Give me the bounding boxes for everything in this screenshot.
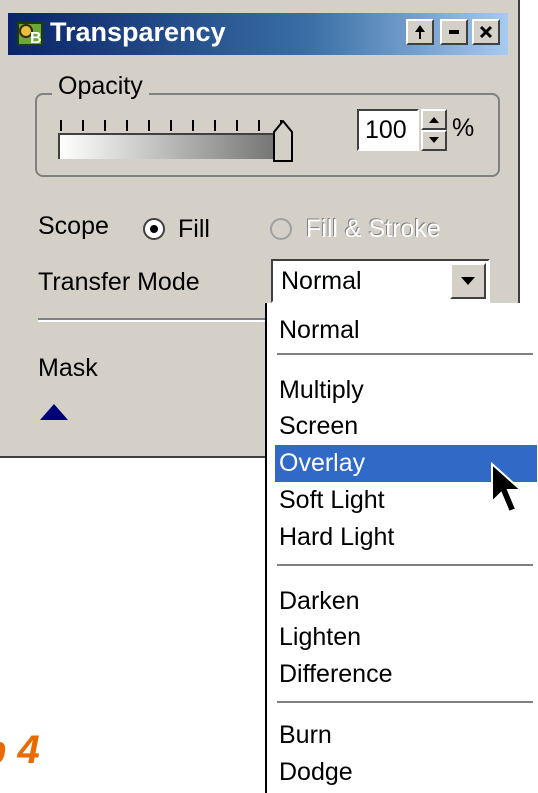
spin-up-button[interactable] — [421, 109, 447, 130]
menu-item-darken[interactable]: Darken — [275, 583, 537, 620]
menu-separator — [277, 701, 533, 705]
slider-tick — [104, 120, 106, 131]
arrow-down-icon — [429, 137, 439, 143]
transfer-mode-dropdown-button[interactable] — [450, 263, 486, 299]
pin-button[interactable] — [406, 19, 434, 45]
menu-item-screen[interactable]: Screen — [275, 408, 537, 445]
scope-fill-label[interactable]: Fill — [178, 215, 210, 244]
chevron-down-icon — [461, 277, 475, 285]
slider-tick — [126, 120, 128, 131]
menu-item-hard-light[interactable]: Hard Light — [275, 519, 537, 556]
opacity-slider-thumb[interactable] — [273, 120, 293, 162]
menu-item-difference[interactable]: Difference — [275, 656, 537, 693]
scope-fill-radio[interactable] — [143, 218, 165, 240]
slider-tick — [82, 120, 84, 131]
window-title: Transparency — [50, 17, 226, 47]
step-label: p 4 — [0, 728, 40, 772]
slider-tick — [236, 120, 238, 131]
slider-tick — [258, 120, 260, 131]
minimize-button[interactable] — [440, 19, 468, 45]
mask-expand-icon[interactable] — [40, 404, 68, 420]
arrow-up-icon — [429, 117, 439, 123]
close-icon — [479, 25, 493, 39]
menu-item-lighten[interactable]: Lighten — [275, 619, 537, 656]
mouse-cursor-icon — [491, 462, 524, 514]
opacity-label: Opacity — [52, 72, 149, 101]
slider-tick — [214, 120, 216, 131]
spin-down-button[interactable] — [421, 130, 447, 151]
slider-tick — [60, 120, 62, 131]
app-icon: B — [17, 22, 43, 47]
minimize-icon — [449, 30, 459, 34]
slider-tick — [170, 120, 172, 131]
transfer-mode-label: Transfer Mode — [38, 268, 200, 296]
slider-tick — [192, 120, 194, 131]
opacity-slider[interactable] — [58, 133, 283, 159]
slider-tick — [148, 120, 150, 131]
opacity-value-input[interactable]: 100 — [357, 109, 419, 151]
opacity-unit: % — [452, 114, 475, 142]
menu-item-multiply[interactable]: Multiply — [275, 372, 537, 409]
svg-text:B: B — [30, 30, 42, 47]
pin-icon — [415, 25, 425, 39]
transfer-mode-select[interactable]: Normal — [271, 259, 490, 303]
mask-label: Mask — [38, 354, 98, 382]
transfer-mode-value: Normal — [281, 267, 362, 295]
menu-item-normal[interactable]: Normal — [275, 312, 537, 349]
menu-separator — [277, 564, 533, 568]
close-button[interactable] — [472, 19, 500, 45]
transfer-mode-dropdown-list: Normal Multiply Screen Overlay Soft Ligh… — [265, 303, 538, 793]
opacity-spinner[interactable] — [421, 109, 447, 151]
scope-label: Scope — [38, 212, 109, 240]
menu-item-dodge[interactable]: Dodge — [275, 754, 537, 791]
divider — [38, 318, 268, 322]
menu-separator — [277, 353, 533, 357]
scope-fill-stroke-radio — [270, 218, 292, 240]
scope-fill-stroke-label: Fill & Stroke — [306, 215, 441, 243]
menu-item-burn[interactable]: Burn — [275, 717, 537, 754]
